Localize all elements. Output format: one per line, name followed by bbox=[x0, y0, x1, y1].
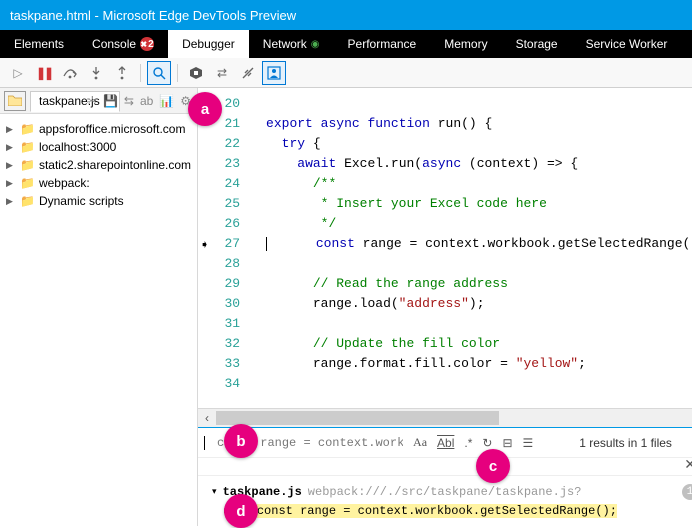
debugger-toolbar: ▷ ❚❚ ⇄ bbox=[0, 58, 692, 88]
compare-icon[interactable]: ⇆ bbox=[124, 94, 134, 108]
step-out-button[interactable] bbox=[110, 61, 134, 85]
list-button[interactable]: ☰ bbox=[523, 436, 534, 450]
refresh-button[interactable]: ↻ bbox=[482, 436, 492, 450]
scroll-track[interactable] bbox=[216, 409, 688, 427]
format-icon[interactable]: ab bbox=[140, 94, 153, 108]
collapse-arrow-icon[interactable]: ▾ bbox=[212, 487, 217, 497]
close-search-button[interactable]: ✕ bbox=[684, 456, 692, 473]
result-filepath: webpack:///./src/taskpane/taskpane.js? bbox=[308, 485, 582, 499]
tab-network[interactable]: Network ◉ bbox=[249, 30, 334, 58]
filter-button[interactable]: ⊟ bbox=[502, 436, 512, 450]
search-result-item[interactable]: ▾ taskpane.js webpack:///./src/taskpane/… bbox=[198, 476, 692, 526]
disconnect-icon bbox=[241, 66, 255, 80]
result-snippet: const range = context.workbook.getSelect… bbox=[257, 504, 617, 518]
tab-elements[interactable]: Elements bbox=[0, 30, 78, 58]
toolbar-separator bbox=[140, 64, 141, 82]
dom-breakpoints-button[interactable] bbox=[262, 61, 286, 85]
callout-d: d bbox=[224, 494, 258, 528]
search-icon bbox=[152, 66, 166, 80]
code-editor[interactable]: 20212223242526➧2728293031323334 export a… bbox=[198, 88, 692, 408]
person-box-icon bbox=[267, 66, 281, 80]
stats-icon[interactable]: 📊 bbox=[159, 94, 174, 108]
folder-icon bbox=[8, 95, 22, 106]
step-into-icon bbox=[90, 66, 102, 80]
scroll-left-button[interactable]: ‹ bbox=[198, 409, 216, 427]
step-over-button[interactable] bbox=[58, 61, 82, 85]
scroll-right-button[interactable]: › bbox=[688, 409, 692, 427]
tree-item[interactable]: ▶📁static2.sharepointonline.com bbox=[4, 156, 193, 174]
toolbar-separator bbox=[177, 64, 178, 82]
continue-button[interactable]: ▷ bbox=[6, 61, 30, 85]
tab-storage[interactable]: Storage bbox=[502, 30, 572, 58]
hexagon-icon bbox=[189, 66, 203, 80]
tab-performance[interactable]: Performance bbox=[334, 30, 431, 58]
open-file-button[interactable] bbox=[4, 91, 26, 111]
result-count-badge: 1 bbox=[682, 484, 692, 500]
disconnect-button[interactable] bbox=[236, 61, 260, 85]
breakpoints-button[interactable] bbox=[184, 61, 208, 85]
text-cursor bbox=[204, 436, 205, 450]
window-titlebar: taskpane.html - Microsoft Edge DevTools … bbox=[0, 0, 692, 30]
tree-item[interactable]: ▶📁localhost:3000 bbox=[4, 138, 193, 156]
editor-panel: 20212223242526➧2728293031323334 export a… bbox=[198, 88, 692, 526]
main-tab-strip: Elements Console ✖2 Debugger Network ◉ P… bbox=[0, 30, 692, 58]
step-into-button[interactable] bbox=[84, 61, 108, 85]
code-lines: export async function run() { try { awai… bbox=[266, 88, 692, 408]
file-tab-strip: taskpane.js × ✂ 💾 ⇆ ab 📊 ⚙ bbox=[0, 88, 197, 114]
file-explorer-sidebar: taskpane.js × ✂ 💾 ⇆ ab 📊 ⚙ ▶📁appsforoffi… bbox=[0, 88, 198, 526]
save-icon[interactable]: 💾 bbox=[103, 94, 118, 108]
result-line[interactable]: (27) const range = context.workbook.getS… bbox=[212, 504, 692, 518]
tree-item[interactable]: ▶📁webpack: bbox=[4, 174, 193, 192]
callout-c: c bbox=[476, 449, 510, 483]
callout-b: b bbox=[224, 424, 258, 458]
line-gutter: 20212223242526➧2728293031323334 bbox=[198, 88, 266, 408]
match-case-button[interactable]: Aa bbox=[413, 435, 427, 450]
network-record-icon: ◉ bbox=[311, 39, 320, 50]
console-error-badge: ✖2 bbox=[140, 37, 154, 51]
file-tree: ▶📁appsforoffice.microsoft.com ▶📁localhos… bbox=[0, 114, 197, 216]
tab-debugger[interactable]: Debugger bbox=[168, 30, 249, 58]
search-button[interactable] bbox=[147, 61, 171, 85]
tree-item[interactable]: ▶📁appsforoffice.microsoft.com bbox=[4, 120, 193, 138]
scissors-icon[interactable]: ✂ bbox=[87, 94, 97, 108]
scroll-thumb[interactable] bbox=[216, 411, 499, 425]
callout-a: a bbox=[188, 92, 222, 126]
pause-button[interactable]: ❚❚ bbox=[32, 61, 56, 85]
step-out-icon bbox=[116, 66, 128, 80]
regex-button[interactable]: .* bbox=[464, 436, 472, 450]
tab-console[interactable]: Console ✖2 bbox=[78, 30, 168, 58]
window-title: taskpane.html - Microsoft Edge DevTools … bbox=[10, 8, 296, 23]
tab-memory[interactable]: Memory bbox=[430, 30, 501, 58]
search-panel: Aa Abl .* ↻ ⊟ ☰ 1 results in 1 files ✕ ▾… bbox=[198, 426, 692, 526]
search-result-count: 1 results in 1 files bbox=[579, 436, 672, 450]
step-over-icon bbox=[62, 67, 78, 79]
tree-item[interactable]: ▶📁Dynamic scripts bbox=[4, 192, 193, 210]
tab-service-workers[interactable]: Service Worker bbox=[572, 30, 682, 58]
match-whole-word-button[interactable]: Abl bbox=[437, 436, 454, 450]
horizontal-scrollbar[interactable]: ‹ › bbox=[198, 408, 692, 426]
exceptions-button[interactable]: ⇄ bbox=[210, 61, 234, 85]
